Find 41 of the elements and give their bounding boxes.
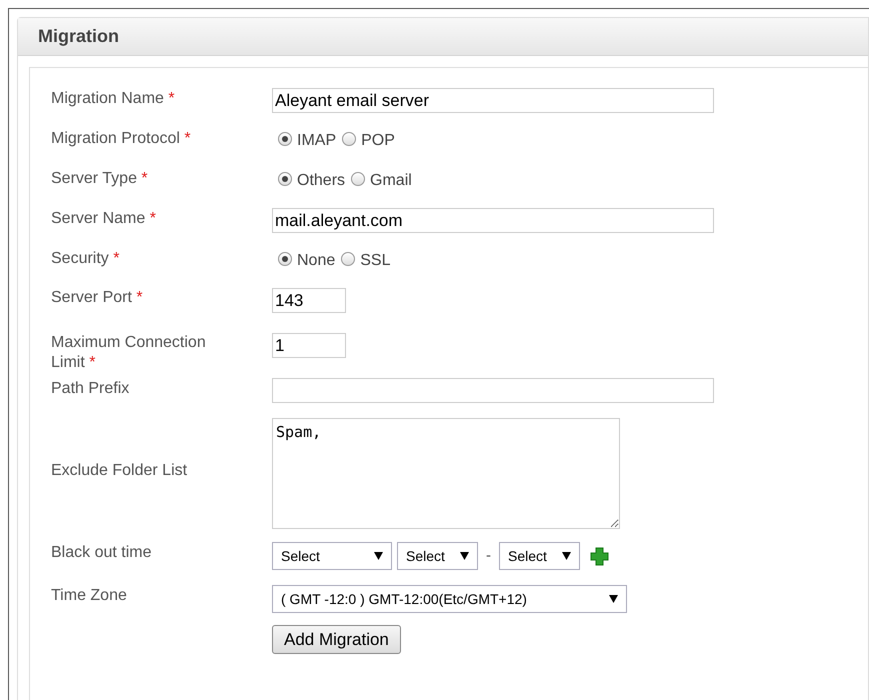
field-label: Maximum Connection Limit * [51, 334, 206, 371]
radio-button[interactable] [278, 252, 292, 266]
range-separator: - [485, 546, 492, 566]
field-label: Server Type * [51, 170, 148, 187]
input-field[interactable]: mail.aleyant.com [272, 208, 714, 233]
caret-icon [460, 552, 469, 560]
field-label: Exclude Folder List [51, 462, 188, 479]
radio-button[interactable] [351, 172, 366, 186]
field-label: Server Name * [51, 210, 156, 227]
field-label: Black out time [51, 544, 152, 561]
caret-icon [609, 595, 618, 603]
caret-icon [374, 552, 383, 560]
field-label: Time Zone [51, 587, 127, 604]
caret-icon [562, 552, 571, 560]
select-dropdown[interactable]: Select [272, 542, 392, 570]
text-area[interactable]: Spam, [272, 418, 620, 529]
field-label: Path Prefix [51, 380, 130, 397]
input-field[interactable]: 1 [272, 333, 346, 358]
radio-button[interactable] [342, 132, 356, 146]
radio-button[interactable] [278, 132, 292, 146]
field-label: Server Port * [51, 289, 143, 306]
field-label: Migration Name * [51, 90, 175, 107]
select-dropdown[interactable]: Select [499, 542, 580, 570]
select-dropdown[interactable]: Select [397, 542, 478, 570]
radio-label[interactable]: IMAP [297, 128, 336, 152]
input-field[interactable]: Aleyant email server [272, 88, 714, 113]
radio-button[interactable] [341, 252, 356, 266]
radio-label[interactable]: SSL [360, 248, 390, 272]
add-icon[interactable] [590, 546, 609, 566]
panel-title: Migration [38, 25, 119, 48]
radio-label[interactable]: POP [361, 128, 395, 152]
radio-label[interactable]: None [297, 248, 336, 272]
input-field[interactable]: 143 [272, 288, 346, 313]
input-field[interactable] [272, 378, 714, 403]
select-dropdown[interactable]: ( GMT -12:0 ) GMT-12:00(Etc/GMT+12) [272, 585, 627, 613]
field-label: Security * [51, 250, 120, 267]
radio-label[interactable]: Others [297, 168, 346, 192]
field-label: Migration Protocol * [51, 130, 191, 147]
radio-button[interactable] [278, 172, 292, 186]
radio-label[interactable]: Gmail [370, 168, 412, 192]
add-migration-button[interactable]: Add Migration [272, 625, 401, 654]
